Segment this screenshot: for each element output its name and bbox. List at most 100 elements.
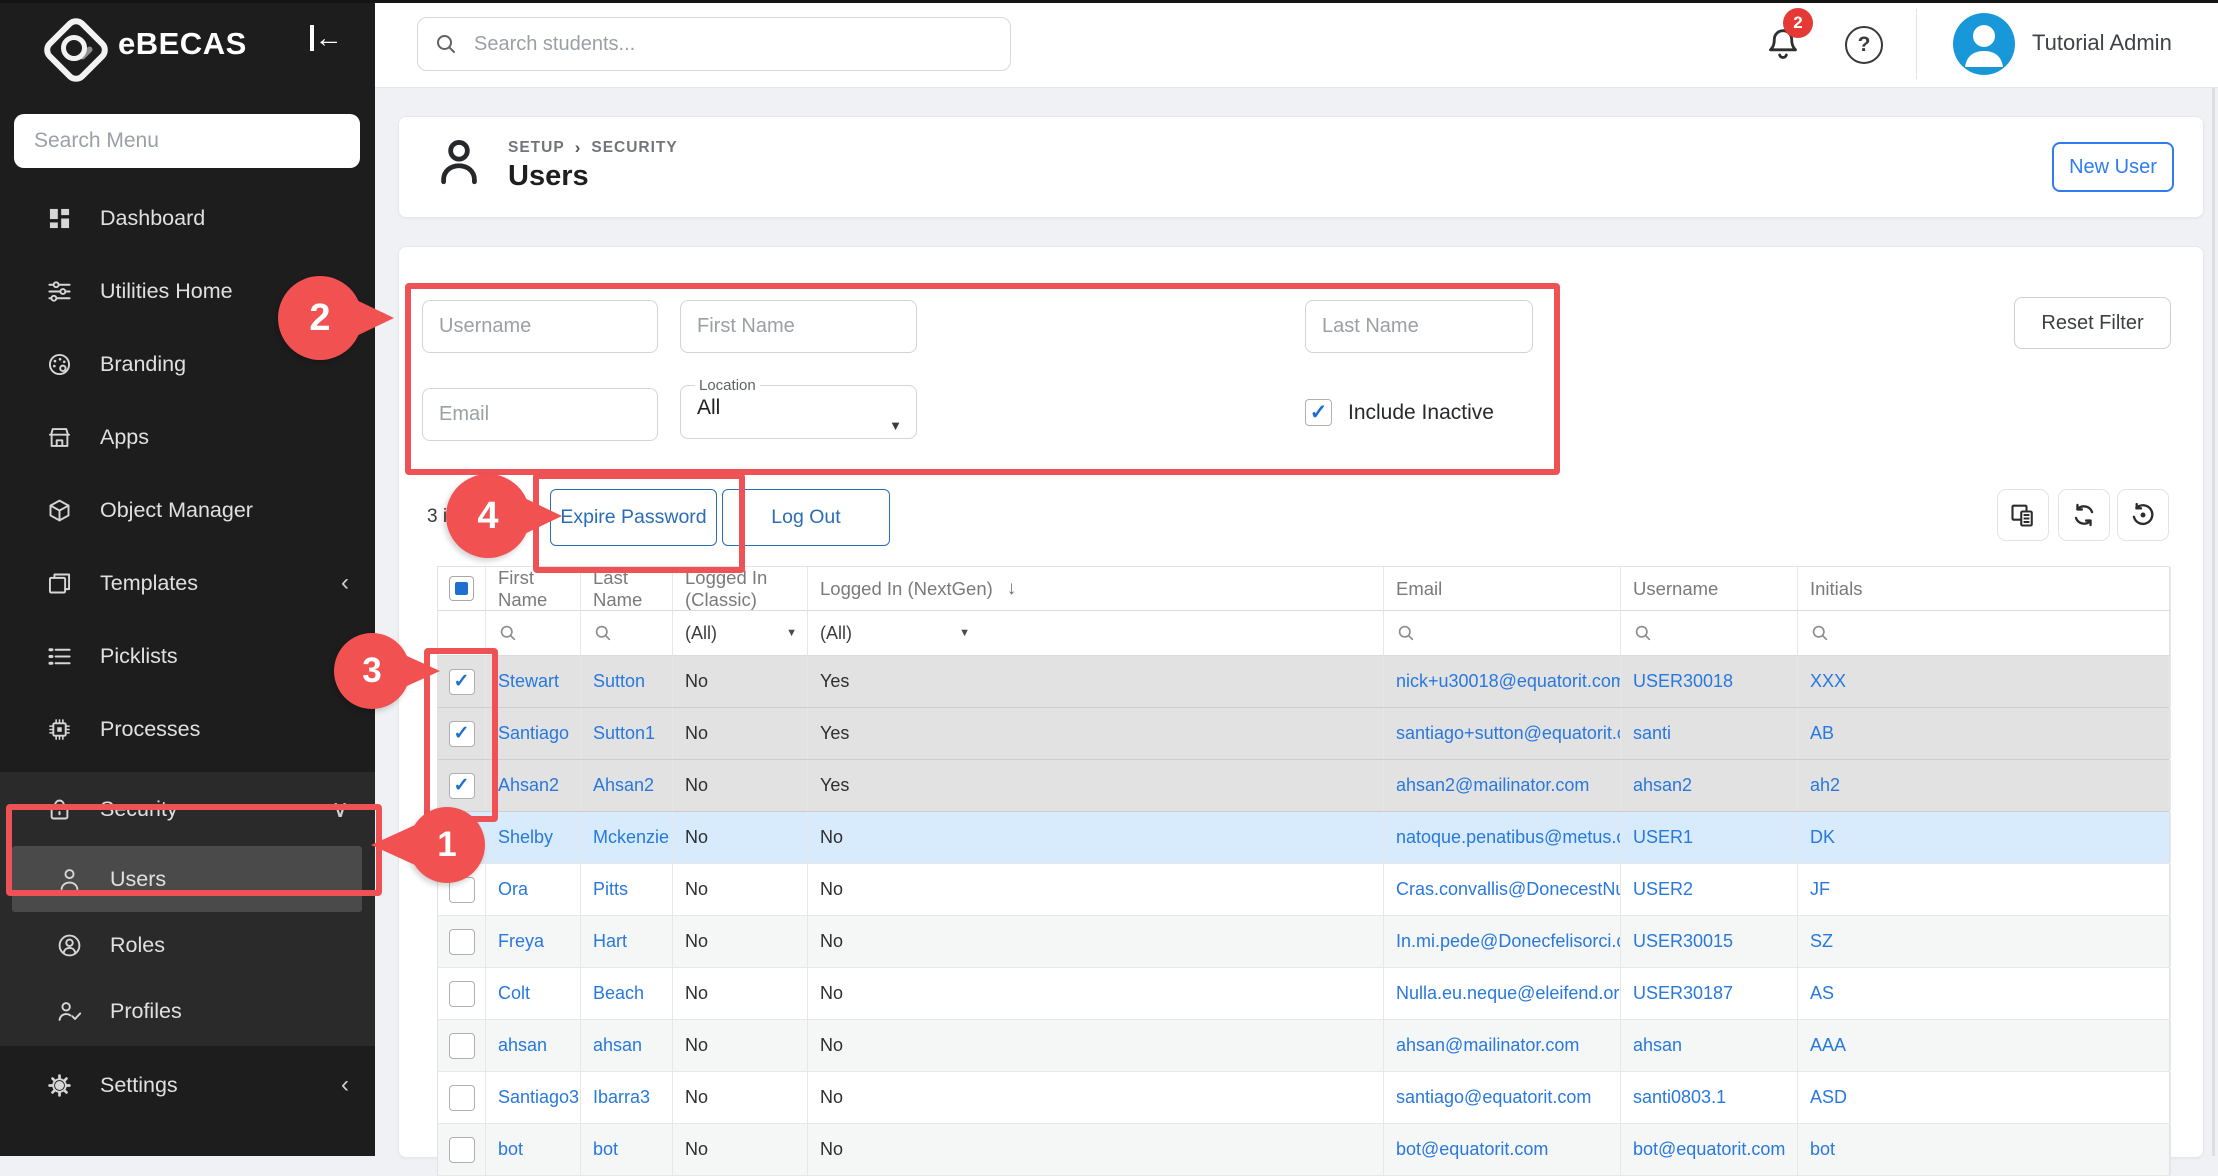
filter-select-all[interactable]: (All)▼ — [820, 623, 980, 644]
sidebar-item-templates[interactable]: Templates‹ — [0, 550, 375, 616]
table-row[interactable]: FreyaHartNoNoIn.mi.pede@Donecfelisorci.c… — [438, 916, 2169, 968]
cell-username[interactable]: USER2 — [1633, 879, 1693, 900]
sidebar-item-profiles[interactable]: Profiles — [0, 978, 375, 1044]
table-row[interactable]: ColtBeachNoNoNulla.eu.neque@eleifend.org… — [438, 968, 2169, 1020]
sidebar-item-security[interactable]: Security∨ — [0, 776, 375, 842]
column-header-logged-in-classic-[interactable]: Logged In (Classic) — [673, 567, 808, 611]
cell-username[interactable]: USER30018 — [1633, 671, 1733, 692]
column-header-first-name[interactable]: First Name — [486, 567, 581, 611]
cell-last[interactable]: Mckenzie — [593, 827, 669, 848]
sidebar-item-object-manager[interactable]: Object Manager — [0, 477, 375, 543]
cell-username[interactable]: USER1 — [1633, 827, 1693, 848]
row-checkbox[interactable] — [449, 1085, 475, 1111]
sidebar-item-picklists[interactable]: Picklists — [0, 623, 375, 689]
cell-email[interactable]: bot@equatorit.com — [1396, 1139, 1548, 1160]
sidebar-item-roles[interactable]: Roles — [0, 912, 375, 978]
filter-cell-initials[interactable] — [1798, 611, 2171, 656]
cell-email[interactable]: ahsan2@mailinator.com — [1396, 775, 1589, 796]
column-chooser-button[interactable] — [1997, 489, 2049, 541]
sidebar-collapse-icon[interactable]: ← — [310, 24, 343, 52]
cell-last[interactable]: bot — [593, 1139, 618, 1160]
sidebar-item-dashboard[interactable]: Dashboard — [0, 185, 375, 251]
cell-initials[interactable]: ah2 — [1810, 775, 1840, 796]
row-checkbox[interactable] — [449, 825, 475, 851]
help-icon[interactable]: ? — [1845, 26, 1883, 64]
cell-initials[interactable]: XXX — [1810, 671, 1846, 692]
filter-first-name-input[interactable] — [680, 300, 917, 353]
breadcrumb-setup[interactable]: SETUP — [508, 139, 565, 157]
table-row[interactable]: ahsanahsanNoNoahsan@mailinator.comahsanA… — [438, 1020, 2169, 1072]
menu-search-input[interactable] — [14, 114, 360, 168]
cell-email[interactable]: ahsan@mailinator.com — [1396, 1035, 1579, 1056]
filter-cell-email[interactable] — [1384, 611, 1621, 656]
column-header-username[interactable]: Username — [1621, 567, 1798, 611]
global-search[interactable] — [417, 17, 1011, 71]
include-inactive-checkbox[interactable]: ✓ — [1305, 399, 1332, 426]
row-checkbox[interactable] — [449, 877, 475, 903]
column-header-last-name[interactable]: Last Name — [581, 567, 673, 611]
row-checkbox[interactable]: ✓ — [449, 721, 475, 747]
row-checkbox[interactable]: ✓ — [449, 773, 475, 799]
cell-email[interactable]: santiago+sutton@equatorit.com — [1396, 723, 1621, 744]
cell-last[interactable]: Ahsan2 — [593, 775, 654, 796]
cell-username[interactable]: USER30015 — [1633, 931, 1733, 952]
row-checkbox[interactable] — [449, 1033, 475, 1059]
table-row[interactable]: ✓Ahsan2Ahsan2NoYesahsan2@mailinator.coma… — [438, 760, 2169, 812]
row-checkbox[interactable]: ✓ — [449, 669, 475, 695]
page-scrollbar[interactable] — [2212, 88, 2215, 1156]
cell-initials[interactable]: JF — [1810, 879, 1830, 900]
cell-initials[interactable]: SZ — [1810, 931, 1833, 952]
cell-last[interactable]: Hart — [593, 931, 627, 952]
cell-initials[interactable]: AB — [1810, 723, 1834, 744]
reset-filter-button[interactable]: Reset Filter — [2014, 297, 2171, 349]
table-row[interactable]: ShelbyMckenzieNoNonatoque.penatibus@metu… — [438, 812, 2169, 864]
cell-first[interactable]: bot — [498, 1139, 523, 1160]
cell-initials[interactable]: ASD — [1810, 1087, 1847, 1108]
sidebar-item-users[interactable]: Users — [12, 846, 362, 912]
cell-initials[interactable]: bot — [1810, 1139, 1835, 1160]
user-name[interactable]: Tutorial Admin — [2032, 30, 2172, 56]
cell-first[interactable]: ahsan — [498, 1035, 547, 1056]
row-checkbox[interactable] — [449, 929, 475, 955]
filter-cell-first-name[interactable] — [486, 611, 581, 656]
cell-username[interactable]: bot@equatorit.com — [1633, 1139, 1785, 1160]
global-search-input[interactable] — [472, 32, 1010, 57]
cell-first[interactable]: Colt — [498, 983, 530, 1004]
table-row[interactable]: Santiago3Ibarra3NoNosantiago@equatorit.c… — [438, 1072, 2169, 1124]
cell-email[interactable]: natoque.penatibus@metus.co.uk — [1396, 827, 1621, 848]
filter-cell-logged-in-classic-[interactable]: (All)▼ — [673, 611, 808, 656]
cell-last[interactable]: ahsan — [593, 1035, 642, 1056]
avatar[interactable] — [1953, 13, 2015, 75]
breadcrumb-security[interactable]: SECURITY — [591, 139, 677, 157]
cell-email[interactable]: Cras.convallis@DonecestNunc.com — [1396, 879, 1621, 900]
cell-initials[interactable]: DK — [1810, 827, 1835, 848]
table-row[interactable]: ✓StewartSuttonNoYesnick+u30018@equatorit… — [438, 656, 2169, 708]
sidebar-item-processes[interactable]: Processes — [0, 696, 375, 762]
cell-username[interactable]: santi0803.1 — [1633, 1087, 1726, 1108]
column-header-logged-in-nextgen-[interactable]: Logged In (NextGen)↓ — [808, 567, 1384, 611]
filter-username-input[interactable] — [422, 300, 658, 353]
cell-email[interactable]: nick+u30018@equatorit.com — [1396, 671, 1621, 692]
cell-last[interactable]: Sutton — [593, 671, 645, 692]
cell-last[interactable]: Ibarra3 — [593, 1087, 650, 1108]
expire-password-button[interactable]: Expire Password — [550, 489, 717, 546]
sort-descending-icon[interactable]: ↓ — [1007, 578, 1017, 600]
cell-last[interactable]: Pitts — [593, 879, 628, 900]
cell-first[interactable]: Shelby — [498, 827, 553, 848]
cell-email[interactable]: santiago@equatorit.com — [1396, 1087, 1591, 1108]
cell-email[interactable]: In.mi.pede@Donecfelisorci.ca — [1396, 931, 1621, 952]
cell-username[interactable]: ahsan2 — [1633, 775, 1692, 796]
revert-history-button[interactable] — [2117, 489, 2169, 541]
cell-email[interactable]: Nulla.eu.neque@eleifend.org — [1396, 983, 1621, 1004]
cell-username[interactable]: ahsan — [1633, 1035, 1682, 1056]
cell-username[interactable]: USER30187 — [1633, 983, 1733, 1004]
cell-initials[interactable]: AAA — [1810, 1035, 1846, 1056]
filter-select-all[interactable]: (All)▼ — [685, 623, 807, 644]
column-header-initials[interactable]: Initials — [1798, 567, 2171, 611]
cell-last[interactable]: Sutton1 — [593, 723, 655, 744]
sidebar-item-utilities-home[interactable]: Utilities Home — [0, 258, 375, 324]
table-row[interactable]: botbotNoNobot@equatorit.combot@equatorit… — [438, 1124, 2169, 1176]
filter-cell-last-name[interactable] — [581, 611, 673, 656]
cell-initials[interactable]: AS — [1810, 983, 1834, 1004]
cell-first[interactable]: Stewart — [498, 671, 559, 692]
